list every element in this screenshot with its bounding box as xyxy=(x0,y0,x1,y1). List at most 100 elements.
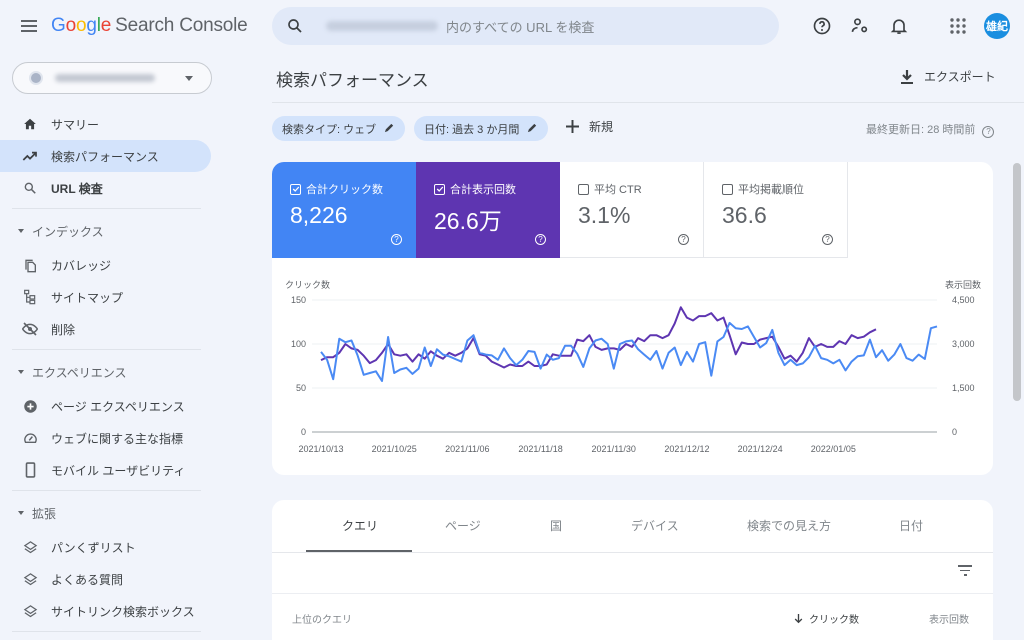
export-button[interactable]: エクスポート xyxy=(900,68,996,85)
metric-average-position[interactable]: 平均掲載順位 36.6 ? xyxy=(704,162,848,258)
metric-total-impressions[interactable]: 合計表示回数 26.6万 ? xyxy=(416,162,560,258)
property-selector[interactable] xyxy=(12,62,212,94)
copy-icon xyxy=(22,257,38,273)
sidebar-section-enhancements[interactable]: 拡張 xyxy=(0,495,215,531)
search-placeholder: 内のすべての URL を検査 xyxy=(446,19,595,35)
metric-value: 3.1% xyxy=(578,202,631,228)
y-right-tick-label: 0 xyxy=(952,427,957,437)
layers-icon xyxy=(22,571,38,587)
sidebar-item-core-web-vitals[interactable]: ウェブに関する主な指標 xyxy=(0,422,215,454)
property-name-redacted xyxy=(55,74,155,82)
sidebar-nav: サマリー 検索パフォーマンス URL 検査 インデックス カバレッジ サイトマッ… xyxy=(0,108,215,636)
divider xyxy=(12,349,201,350)
filter-chip-search-type[interactable]: 検索タイプ: ウェブ xyxy=(272,116,406,141)
main-scrollbar[interactable] xyxy=(1013,163,1021,401)
apps-grid-icon[interactable] xyxy=(946,14,970,38)
top-bar: Google Search Console 内のすべての URL を検査 雄紀 xyxy=(0,0,1024,52)
filter-chip-date[interactable]: 日付: 過去 3 か月間 xyxy=(414,116,549,141)
x-tick-label: 2021/12/12 xyxy=(664,444,709,454)
y-right-tick-label: 1,500 xyxy=(952,383,975,393)
arrow-down-icon xyxy=(794,613,803,624)
x-tick-label: 2021/10/25 xyxy=(372,444,417,454)
x-tick-label: 2021/11/18 xyxy=(518,444,562,454)
main-menu-icon[interactable] xyxy=(18,15,40,37)
metric-total-clicks[interactable]: 合計クリック数 8,226 ? xyxy=(272,162,416,258)
metric-average-ctr[interactable]: 平均 CTR 3.1% ? xyxy=(560,162,704,258)
sidebar-item-url-inspection[interactable]: URL 検査 xyxy=(0,172,215,204)
y-left-tick-label: 0 xyxy=(301,427,306,437)
speed-gauge-icon xyxy=(22,430,38,446)
property-url-redacted xyxy=(326,21,438,31)
sidebar-item-mobile-usability[interactable]: モバイル ユーザビリティ xyxy=(0,454,215,486)
help-icon[interactable]: ? xyxy=(678,234,689,245)
divider xyxy=(272,593,993,594)
series-line-impressions xyxy=(320,306,877,369)
checkbox-unchecked-icon[interactable] xyxy=(722,183,733,195)
sidebar-item-sitelinks-searchbox[interactable]: サイトリンク検索ボックス xyxy=(0,595,215,627)
help-icon[interactable] xyxy=(810,14,834,38)
caret-down-icon xyxy=(18,229,24,233)
divider xyxy=(12,631,201,632)
notifications-bell-icon[interactable] xyxy=(887,14,911,38)
sidebar-section-index[interactable]: インデックス xyxy=(0,213,215,249)
help-icon[interactable]: ? xyxy=(822,234,833,245)
metric-value: 36.6 xyxy=(722,202,767,228)
new-filter-button[interactable]: 新規 xyxy=(566,118,613,135)
sidebar-item-sitemaps[interactable]: サイトマップ xyxy=(0,281,215,313)
chevron-down-icon xyxy=(185,76,193,81)
search-icon xyxy=(286,17,304,35)
y-left-tick-label: 50 xyxy=(296,383,306,393)
divider xyxy=(12,490,201,491)
layers-icon xyxy=(22,539,38,555)
series-line-clicks xyxy=(320,321,938,382)
caret-down-icon xyxy=(18,511,24,515)
tab-country[interactable]: 国 xyxy=(550,517,562,534)
y-left-tick-label: 150 xyxy=(291,295,306,305)
x-tick-label: 2021/10/13 xyxy=(298,444,343,454)
x-tick-label: 2021/12/24 xyxy=(738,444,783,454)
performance-chart[interactable]: クリック数 表示回数 0 0 50 1,500 100 3,000 150 4,500 2021… xyxy=(272,270,993,470)
admin-settings-icon[interactable] xyxy=(848,14,872,38)
tab-date[interactable]: 日付 xyxy=(899,517,923,534)
sidebar-item-removals[interactable]: 削除 xyxy=(0,313,215,345)
sidebar-item-summary[interactable]: サマリー xyxy=(0,108,215,140)
y-left-tick-label: 100 xyxy=(291,339,306,349)
help-icon[interactable]: ? xyxy=(982,125,995,138)
help-icon[interactable]: ? xyxy=(391,234,402,245)
sidebar-item-search-performance[interactable]: 検索パフォーマンス xyxy=(0,140,211,172)
filter-rows-icon[interactable] xyxy=(957,565,973,579)
dimension-table-card: クエリ ページ 国 デバイス 検索での見え方 日付 上位のクエリ クリック数 表… xyxy=(272,500,993,640)
page-title: 検索パフォーマンス xyxy=(276,71,429,90)
trending-up-icon xyxy=(22,148,38,164)
sidebar-item-breadcrumbs[interactable]: パンくずリスト xyxy=(0,531,215,563)
caret-down-icon xyxy=(18,370,24,374)
sidebar-section-experience[interactable]: エクスペリエンス xyxy=(0,354,215,390)
column-header-clicks[interactable]: クリック数 xyxy=(794,611,859,626)
metric-value: 26.6万 xyxy=(434,208,502,234)
column-header-impressions[interactable]: 表示回数 xyxy=(929,611,969,626)
tab-page[interactable]: ページ xyxy=(445,517,481,534)
column-header-top-queries: 上位のクエリ xyxy=(292,615,352,626)
product-name: Search Console xyxy=(115,15,248,36)
checkbox-unchecked-icon[interactable] xyxy=(578,183,589,195)
url-inspect-search[interactable]: 内のすべての URL を検査 xyxy=(272,7,779,45)
sidebar-item-coverage[interactable]: カバレッジ xyxy=(0,249,215,281)
y-right-tick-label: 3,000 xyxy=(952,339,975,349)
x-tick-label: 2021/11/06 xyxy=(445,444,489,454)
y-right-tick-label: 4,500 xyxy=(952,295,975,305)
plus-icon xyxy=(566,120,579,133)
tab-search-appearance[interactable]: 検索での見え方 xyxy=(747,517,831,534)
edit-pencil-icon xyxy=(384,122,395,136)
checkbox-checked-icon[interactable] xyxy=(290,183,301,195)
checkbox-checked-icon[interactable] xyxy=(434,183,445,195)
tab-device[interactable]: デバイス xyxy=(631,517,679,534)
sidebar-item-page-experience[interactable]: ページ エクスペリエンス xyxy=(0,390,215,422)
help-icon[interactable]: ? xyxy=(535,234,546,245)
app-logo[interactable]: Google Search Console xyxy=(51,15,248,37)
tab-query[interactable]: クエリ xyxy=(342,517,378,534)
divider xyxy=(272,102,1024,103)
sidebar-item-faq[interactable]: よくある質問 xyxy=(0,563,215,595)
user-avatar[interactable]: 雄紀 xyxy=(984,13,1010,39)
home-icon xyxy=(22,116,38,132)
divider xyxy=(12,208,201,209)
